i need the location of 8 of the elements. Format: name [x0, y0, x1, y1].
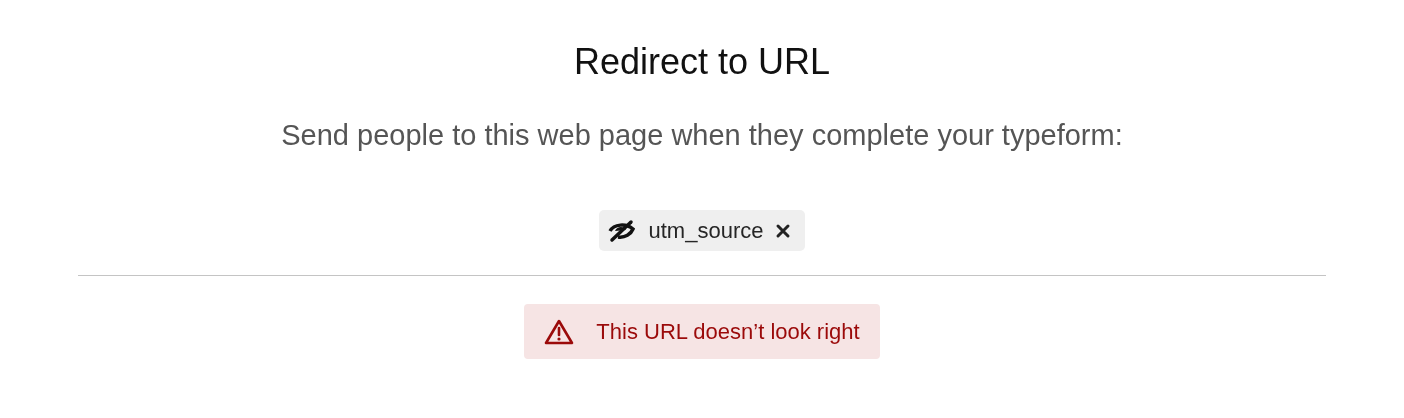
- variable-label: utm_source: [648, 217, 764, 244]
- variable-chip[interactable]: utm_source: [598, 210, 806, 251]
- description-text: Send people to this web page when they complete your typeform:: [281, 118, 1123, 153]
- close-icon[interactable]: [775, 222, 792, 239]
- dialog-title: Redirect to URL: [573, 40, 831, 84]
- error-message: This URL doesn’t look right: [596, 318, 860, 345]
- eye-slash-icon[interactable]: [606, 218, 637, 243]
- warning-icon: [544, 318, 575, 345]
